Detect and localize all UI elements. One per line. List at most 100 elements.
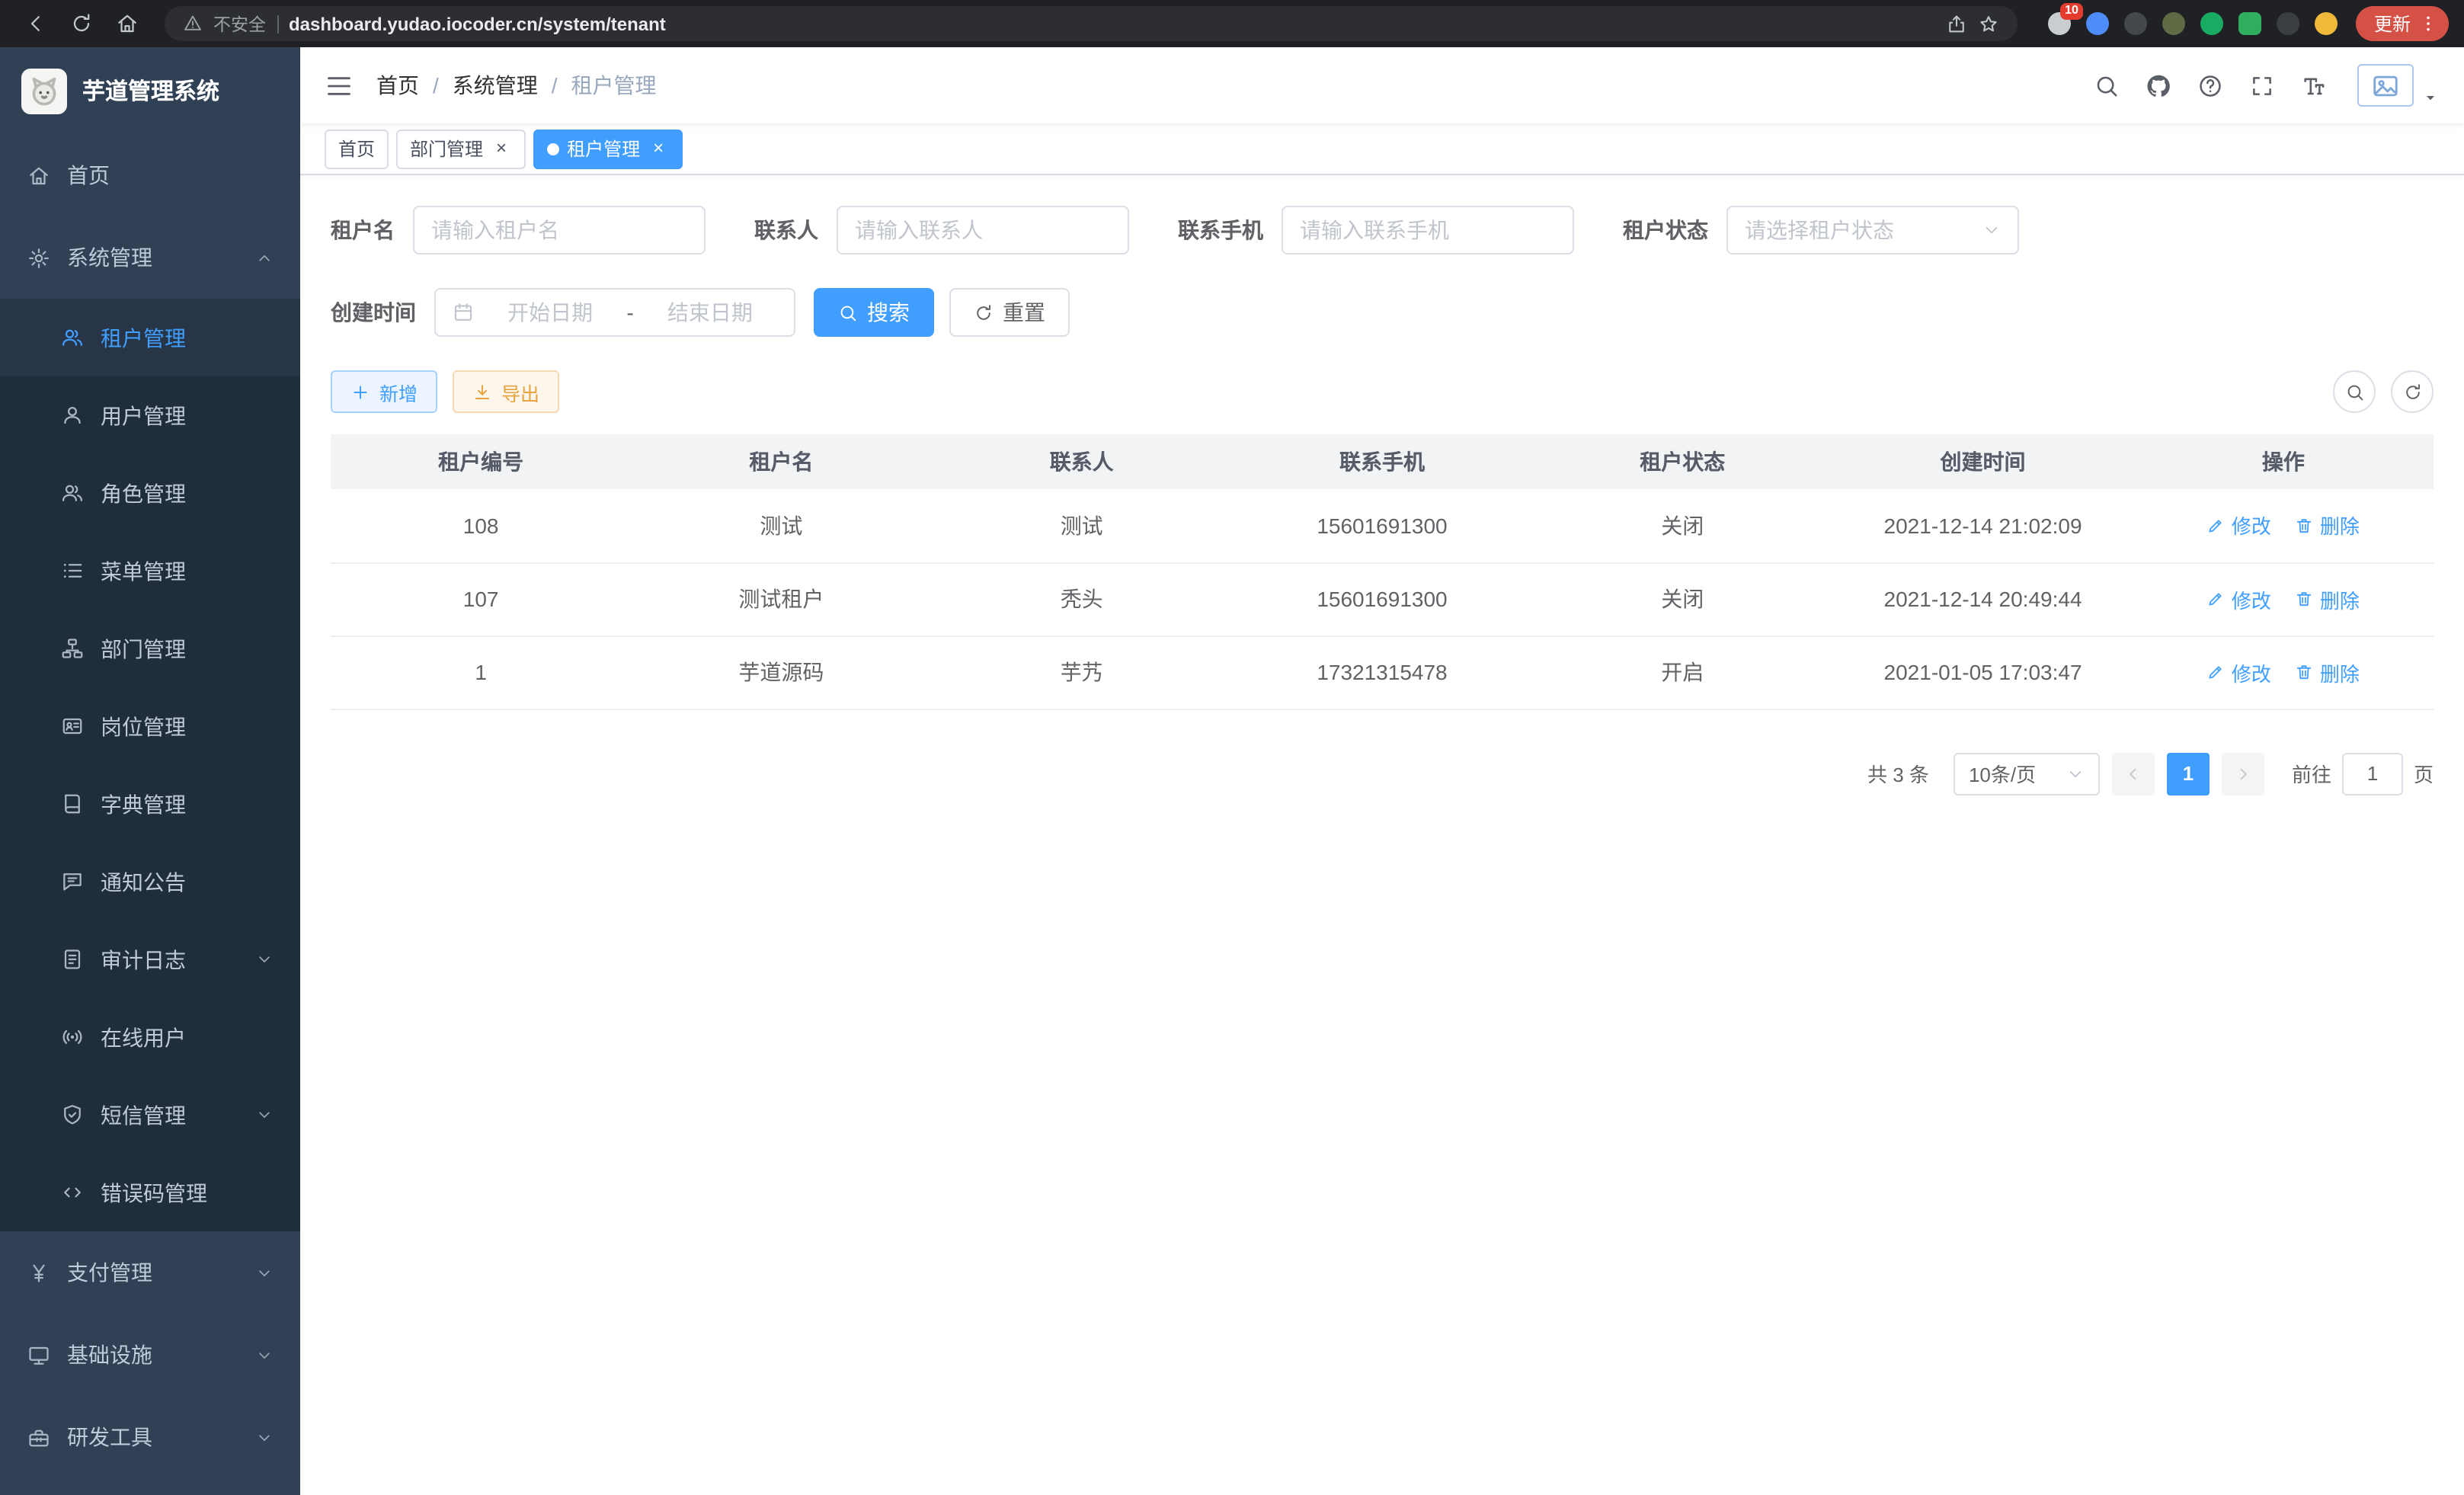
- prev-page-button[interactable]: [2112, 752, 2155, 795]
- breadcrumb-system[interactable]: 系统管理: [453, 70, 538, 101]
- header-search-icon[interactable]: [2094, 72, 2120, 98]
- cell-created: 2021-01-05 17:03:47: [1832, 635, 2133, 709]
- page-number-1[interactable]: 1: [2167, 752, 2210, 795]
- contact-label: 联系人: [754, 215, 818, 245]
- extension-icon[interactable]: [2315, 12, 2338, 35]
- sidebar-item-system[interactable]: 系统管理: [0, 216, 300, 299]
- browser-menu-icon[interactable]: [2418, 14, 2438, 34]
- cell-phone: 15601691300: [1232, 489, 1532, 562]
- extension-icon[interactable]: [2124, 12, 2147, 35]
- status-select[interactable]: 请选择租户状态: [1726, 206, 2019, 255]
- browser-reload-button[interactable]: [61, 4, 101, 43]
- home-icon: [115, 12, 138, 35]
- refresh-table-button[interactable]: [2391, 370, 2434, 413]
- refresh-icon: [2402, 382, 2422, 402]
- tenant-name-input[interactable]: 请输入租户名: [413, 206, 706, 255]
- chevron-down-icon: [256, 1346, 273, 1363]
- sidebar-item-infra[interactable]: 基础设施: [0, 1314, 300, 1396]
- date-range-picker[interactable]: 开始日期 - 结束日期: [434, 288, 795, 337]
- user-avatar-menu[interactable]: [2357, 64, 2440, 107]
- sidebar-collapse-icon[interactable]: [325, 71, 354, 100]
- extension-icon[interactable]: [2277, 12, 2299, 35]
- page-size-select[interactable]: 10条/页: [1954, 752, 2100, 795]
- search-button[interactable]: 搜索: [814, 288, 934, 337]
- next-page-button[interactable]: [2222, 752, 2264, 795]
- sidebar-item-post[interactable]: 岗位管理: [0, 687, 300, 765]
- bookmark-star-icon[interactable]: [1978, 13, 1999, 34]
- column-header: 操作: [2133, 434, 2434, 489]
- extension-icon[interactable]: [2086, 12, 2109, 35]
- chat-icon: [61, 870, 84, 893]
- show-search-button[interactable]: [2333, 370, 2376, 413]
- browser-back-button[interactable]: [15, 4, 55, 43]
- edit-button[interactable]: 修改: [2207, 511, 2271, 540]
- sidebar-item-label: 通知公告: [101, 866, 186, 897]
- top-navbar: 首页 / 系统管理 / 租户管理: [300, 47, 2464, 123]
- sidebar-item-error-code[interactable]: 错误码管理: [0, 1154, 300, 1231]
- date-separator: -: [626, 300, 633, 325]
- sidebar-item-notice[interactable]: 通知公告: [0, 843, 300, 920]
- cat-logo-icon: [26, 72, 62, 109]
- breadcrumb-home[interactable]: 首页: [376, 70, 419, 101]
- sidebar-item-label: 租户管理: [101, 322, 186, 353]
- extension-icon[interactable]: [2200, 12, 2223, 35]
- sidebar-item-sms[interactable]: 短信管理: [0, 1076, 300, 1154]
- sidebar-item-dict[interactable]: 字典管理: [0, 765, 300, 843]
- back-icon: [24, 12, 46, 35]
- app-logo[interactable]: 芋道管理系统: [0, 47, 300, 134]
- share-icon[interactable]: [1946, 13, 1967, 34]
- delete-button[interactable]: 删除: [2296, 511, 2360, 540]
- edit-button-label: 修改: [2232, 658, 2271, 687]
- browser-home-button[interactable]: [107, 4, 146, 43]
- sidebar-item-dev-tools[interactable]: 研发工具: [0, 1396, 300, 1478]
- delete-button[interactable]: 删除: [2296, 584, 2360, 613]
- extension-icon[interactable]: [2238, 12, 2261, 35]
- sidebar-item-label: 系统管理: [67, 242, 152, 273]
- cell-created: 2021-12-14 21:02:09: [1832, 489, 2133, 562]
- extension-icon[interactable]: [2162, 12, 2185, 35]
- column-header: 租户名: [631, 434, 931, 489]
- delete-button[interactable]: 删除: [2296, 658, 2360, 687]
- tab-home[interactable]: 首页: [325, 129, 389, 168]
- sidebar-item-user[interactable]: 用户管理: [0, 376, 300, 454]
- edit-button[interactable]: 修改: [2207, 584, 2271, 613]
- filter-row-2: 创建时间 开始日期 - 结束日期 搜索 重置: [331, 288, 2434, 337]
- cell-contact: 芋艿: [932, 635, 1232, 709]
- security-label: 不安全: [213, 11, 266, 36]
- sidebar-item-label: 研发工具: [67, 1422, 152, 1452]
- close-icon[interactable]: ×: [491, 138, 512, 159]
- goto-page-input[interactable]: 1: [2342, 752, 2403, 795]
- search-icon: [2344, 382, 2364, 402]
- phone-input[interactable]: 请输入联系手机: [1282, 206, 1574, 255]
- close-icon[interactable]: ×: [648, 138, 669, 159]
- date-start-placeholder: 开始日期: [483, 297, 617, 328]
- font-size-icon[interactable]: [2301, 72, 2327, 98]
- github-icon[interactable]: [2146, 72, 2171, 98]
- sidebar-item-online-user[interactable]: 在线用户: [0, 998, 300, 1076]
- sidebar-item-role[interactable]: 角色管理: [0, 454, 300, 532]
- tab-tenant[interactable]: 租户管理 ×: [533, 129, 683, 168]
- sidebar-item-menu[interactable]: 菜单管理: [0, 532, 300, 610]
- extension-icon[interactable]: 10: [2048, 12, 2071, 35]
- add-button[interactable]: 新增: [331, 370, 437, 413]
- sidebar-item-label: 岗位管理: [101, 711, 186, 741]
- sidebar-item-dept[interactable]: 部门管理: [0, 610, 300, 687]
- sidebar-item-home[interactable]: 首页: [0, 134, 300, 216]
- tab-dept[interactable]: 部门管理×: [396, 129, 526, 168]
- sidebar-item-pay[interactable]: 支付管理: [0, 1231, 300, 1314]
- fullscreen-icon[interactable]: [2249, 72, 2275, 98]
- sidebar-item-tenant[interactable]: 租户管理: [0, 299, 300, 376]
- export-button[interactable]: 导出: [453, 370, 559, 413]
- browser-update-button[interactable]: 更新: [2356, 6, 2449, 41]
- address-bar[interactable]: 不安全 dashboard.yudao.iocoder.cn/system/te…: [165, 6, 2018, 41]
- chevron-down-icon: [2066, 764, 2085, 783]
- sidebar-item-audit-log[interactable]: 审计日志: [0, 920, 300, 998]
- edit-button[interactable]: 修改: [2207, 658, 2271, 687]
- reset-button[interactable]: 重置: [949, 288, 1070, 337]
- tab-label: 租户管理: [567, 136, 640, 162]
- help-icon[interactable]: [2197, 72, 2223, 98]
- edit-icon: [2207, 663, 2226, 681]
- goto-page: 前往 1 页: [2292, 752, 2434, 795]
- contact-input[interactable]: 请输入联系人: [837, 206, 1129, 255]
- cell-status: 开启: [1532, 635, 1832, 709]
